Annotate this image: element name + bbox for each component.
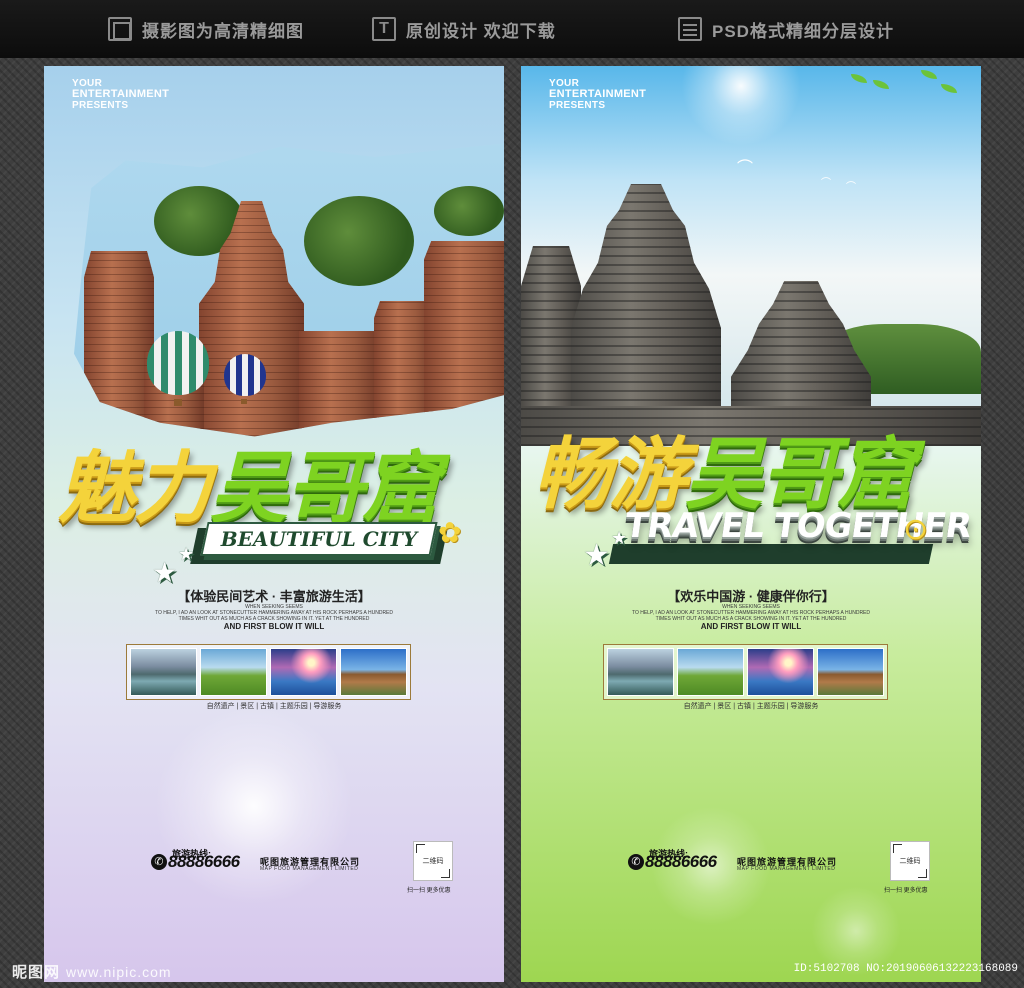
small-english-text: WHEN SEEKING SEEMS TO HELP, I AD AN LOOK…	[44, 604, 504, 622]
blue-balloon-icon	[224, 354, 266, 396]
phone-number: 88886666	[168, 852, 240, 871]
watermark-bar: 昵图网 www.nipic.com ID:5102708 NO:201906061…	[0, 953, 1024, 988]
thumbnail-strip	[126, 644, 411, 700]
brand-presents: YOUR ENTERTAINMENT PRESENTS	[72, 78, 169, 111]
star-icon: ★	[178, 544, 195, 564]
green-balloon-icon	[147, 331, 209, 395]
balloon-basket	[241, 399, 247, 404]
qr-caption: 扫一扫 更多优惠	[407, 888, 451, 894]
small-english-bold: AND FIRST BLOW IT WILL	[700, 622, 802, 631]
flower-icon: ✿	[438, 517, 462, 548]
layers-icon	[678, 17, 702, 41]
thumb-sunset	[270, 648, 337, 696]
thumb-sunset	[747, 648, 814, 696]
thumbnail-strip	[603, 644, 888, 700]
feature-label: 原创设计 欢迎下载	[406, 21, 556, 41]
poster-left: YOUR ENTERTAINMENT PRESENTS 魅力吴哥窟 BEAUTI…	[44, 66, 504, 982]
image-id: ID:5102708 NO:20190606132223168089	[793, 963, 1018, 975]
photo-icon	[108, 17, 132, 41]
tree-canopy	[304, 196, 414, 286]
star-icon: ★	[152, 557, 178, 588]
brand-line: ENTERTAINMENT	[72, 88, 170, 100]
phone-icon: ✆	[151, 854, 167, 870]
brand-line: ENTERTAINMENT	[549, 88, 647, 100]
temple-photo	[521, 66, 981, 446]
brand-line: PRESENTS	[72, 100, 129, 111]
site-url: www.nipic.com	[66, 964, 172, 980]
site-logo: 昵图网 www.nipic.com	[12, 961, 172, 982]
temple-photo	[74, 143, 504, 437]
site-logo-text: 昵图网	[12, 964, 61, 981]
thumb-lake	[130, 648, 197, 696]
thumb-resort	[340, 648, 407, 696]
small-english-bold: AND FIRST BLOW IT WILL	[223, 622, 325, 631]
tree-canopy	[434, 186, 504, 236]
thumb-lake	[607, 648, 674, 696]
qr-label: 二维码	[422, 858, 444, 865]
star-icon: ★	[583, 539, 610, 572]
company-name-en: MAP FOOD MANAGEMENT LIMITED	[260, 866, 359, 872]
small-english-text: WHEN SEEKING SEEMS TO HELP, I AD AN LOOK…	[521, 604, 981, 622]
qr-code: 二维码	[890, 841, 930, 881]
qr-label: 二维码	[899, 858, 921, 865]
qr-caption: 扫一扫 更多优惠	[884, 888, 928, 894]
poster-right: ⌒ ⌒ ⌒ YOUR ENTERTAINMENT PRESENTS 畅游吴哥窟 …	[521, 66, 981, 982]
phone-number: 88886666	[645, 852, 717, 871]
feature-hd-photo: 摄影图为高清精细图	[108, 14, 304, 44]
feature-original-design: T 原创设计 欢迎下载	[372, 14, 556, 44]
ribbon-shadow	[608, 544, 934, 564]
english-title: BEAUTIFUL CITY	[220, 527, 418, 551]
english-ribbon: BEAUTIFUL CITY	[200, 522, 438, 556]
phone-icon: ✆	[628, 854, 644, 870]
qr-code: 二维码	[413, 841, 453, 881]
brand-presents: YOUR ENTERTAINMENT PRESENTS	[549, 78, 646, 111]
feature-label: PSD格式精细分层设计	[712, 21, 894, 41]
top-feature-bar: 摄影图为高清精细图 T 原创设计 欢迎下载 PSD格式精细分层设计	[0, 0, 1024, 58]
bird-icon: ⌒	[846, 182, 856, 193]
category-tags: 自然遗产 | 景区 | 古镇 | 主题乐园 | 导游服务	[683, 703, 819, 710]
feature-label: 摄影图为高清精细图	[142, 21, 304, 41]
thumb-meadow	[677, 648, 744, 696]
feature-psd-layers: PSD格式精细分层设计	[678, 14, 894, 44]
balloon-basket	[174, 399, 182, 406]
thumb-resort	[817, 648, 884, 696]
subtitle: 【欢乐中国游 · 健康伴你行】	[667, 589, 835, 604]
lens-flare	[154, 706, 354, 906]
bird-icon: ⌒	[737, 160, 754, 177]
title-yellow: 魅力	[58, 444, 212, 534]
subtitle: 【体验民间艺术 · 丰富旅游生活】	[177, 589, 371, 604]
brand-line: PRESENTS	[549, 100, 606, 111]
company-name-en: MAP FOOD MANAGEMENT LIMITED	[737, 866, 836, 872]
rings-icon: ⊙	[903, 513, 929, 546]
title-green: 吴哥窟	[210, 444, 440, 534]
star-icon: ★	[611, 528, 628, 548]
bird-icon: ⌒	[821, 178, 831, 189]
thumb-meadow	[200, 648, 267, 696]
sun-glow	[681, 66, 801, 146]
text-icon: T	[372, 17, 396, 41]
